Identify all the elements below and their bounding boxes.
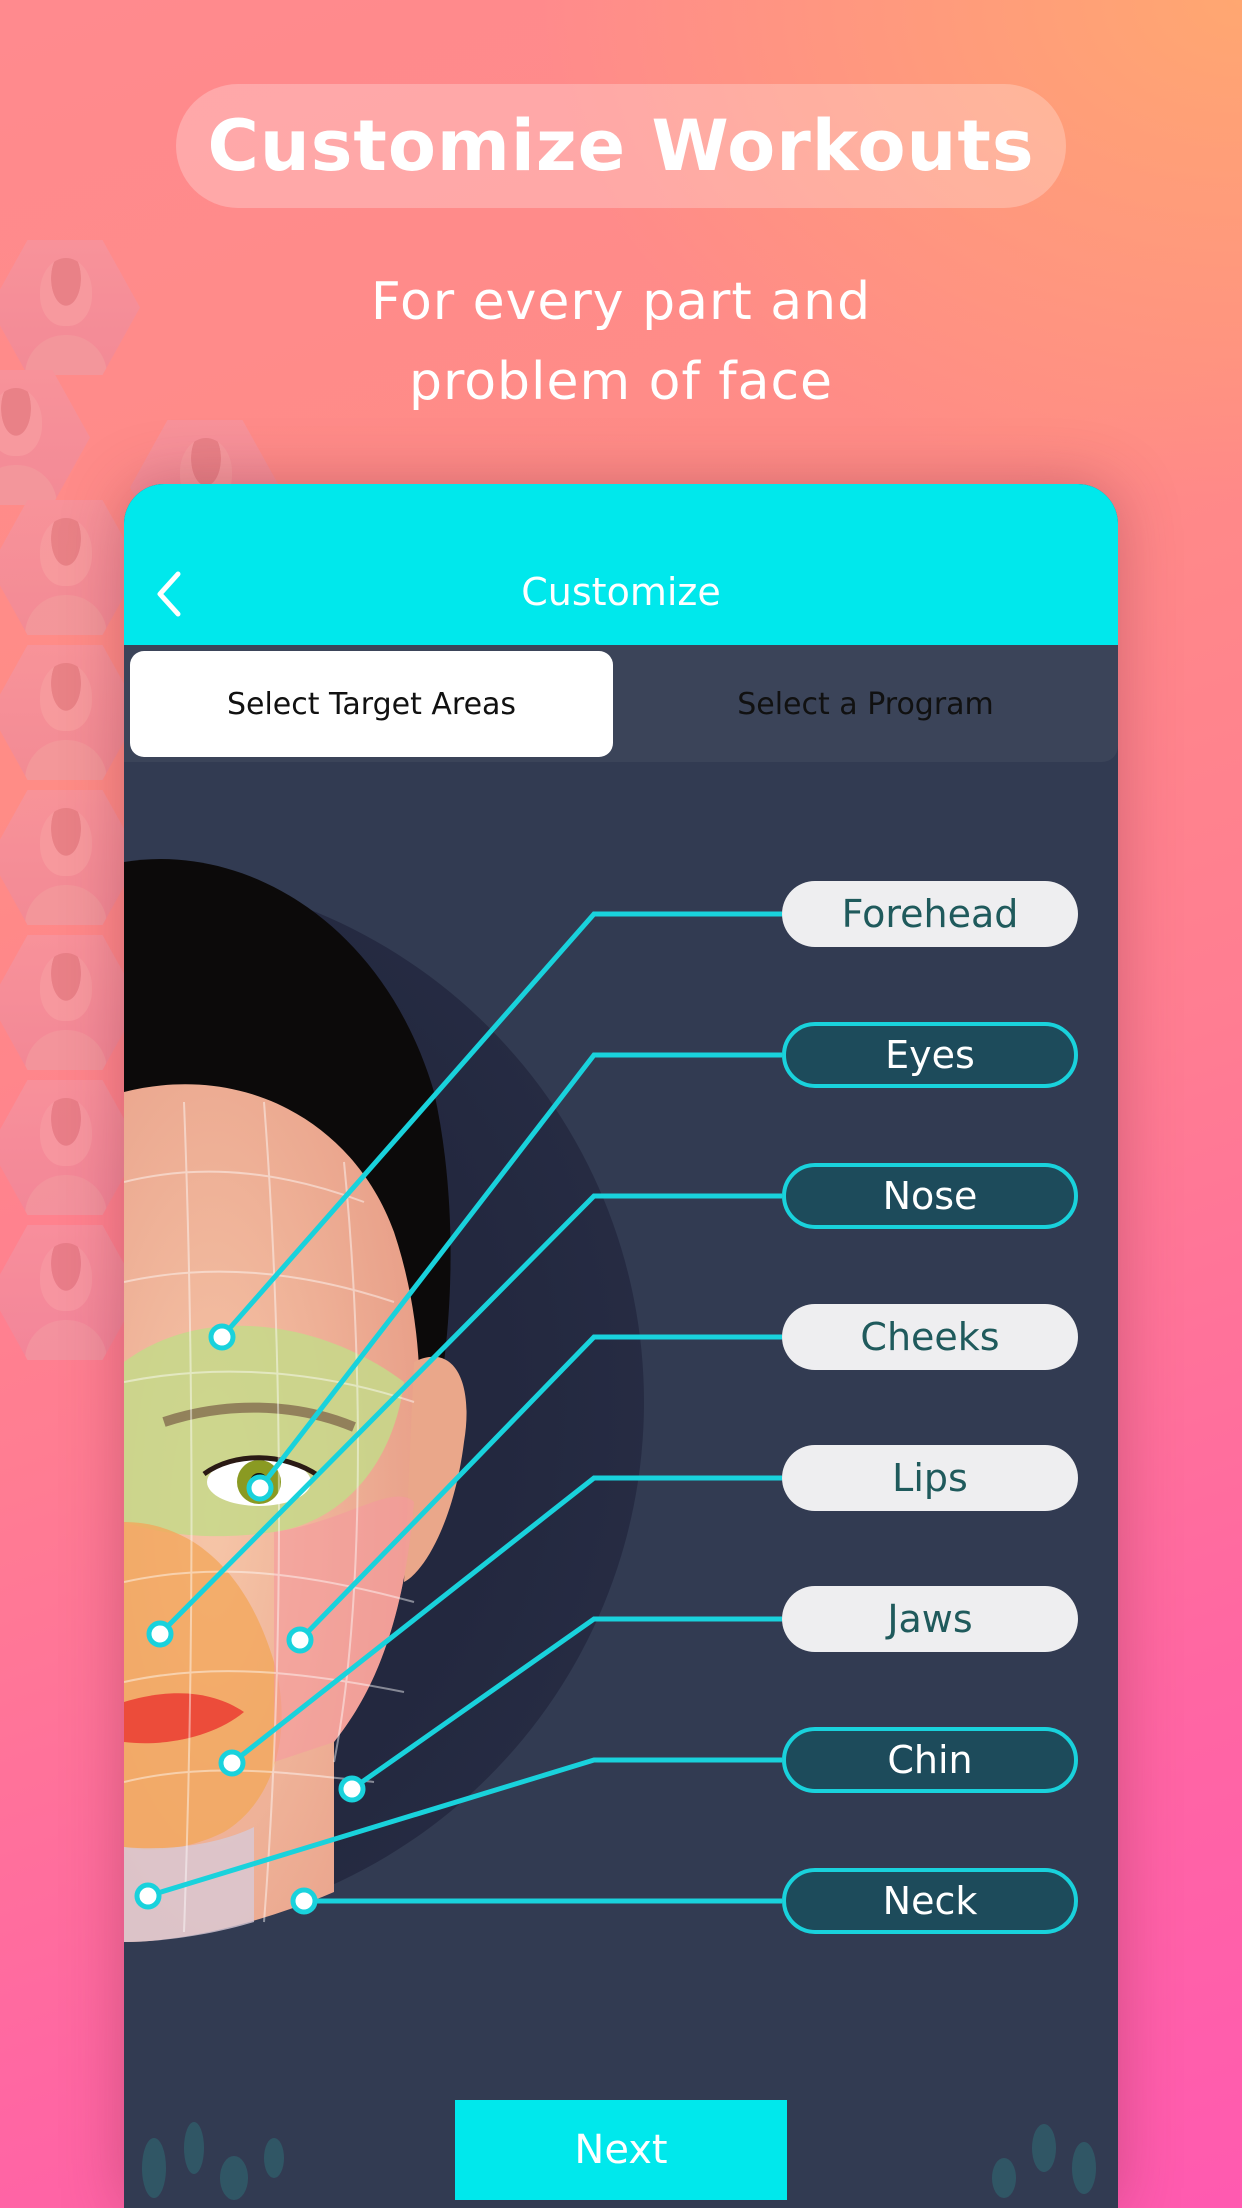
next-button[interactable]: Next <box>455 2100 787 2200</box>
hex-thumbnail <box>0 1225 140 1360</box>
point-chin <box>134 1882 162 1910</box>
subtitle-line-1: For every part and <box>370 272 872 332</box>
pill-label: Chin <box>887 1738 973 1782</box>
point-eyes <box>246 1474 274 1502</box>
hex-thumbnail <box>0 645 140 780</box>
connector-jaws <box>350 1616 782 1792</box>
promo-headline: Customize Workouts <box>207 105 1035 187</box>
pill-label: Neck <box>882 1879 978 1923</box>
target-pill-lips[interactable]: Lips <box>782 1445 1078 1511</box>
pill-label: Jaws <box>887 1597 973 1641</box>
pill-label: Eyes <box>885 1033 975 1077</box>
face-target-diagram: Forehead Eyes Nose Cheeks Lips Jaws Chin… <box>124 762 1118 2062</box>
point-nose <box>146 1620 174 1648</box>
phone-screen: Customize Select Target Areas Select a P… <box>124 484 1118 2208</box>
point-lips <box>218 1749 246 1777</box>
hex-thumbnail <box>0 935 140 1070</box>
tab-select-target-areas[interactable]: Select Target Areas <box>130 651 613 757</box>
segmented-tabs: Select Target Areas Select a Program <box>124 645 1118 762</box>
nav-bar: Customize <box>124 484 1118 645</box>
target-pill-eyes[interactable]: Eyes <box>782 1022 1078 1088</box>
pill-label: Lips <box>892 1456 968 1500</box>
subtitle-line-2: problem of face <box>408 352 834 412</box>
point-neck <box>290 1887 318 1915</box>
headline-banner: Customize Workouts <box>176 84 1066 208</box>
target-pill-neck[interactable]: Neck <box>782 1868 1078 1934</box>
nav-title: Customize <box>521 570 721 614</box>
pill-label: Forehead <box>841 892 1019 936</box>
target-pill-cheeks[interactable]: Cheeks <box>782 1304 1078 1370</box>
face-illustration <box>124 858 782 1942</box>
target-pill-nose[interactable]: Nose <box>782 1163 1078 1229</box>
tab-select-a-program[interactable]: Select a Program <box>624 651 1107 757</box>
hex-thumbnail <box>0 790 140 925</box>
point-forehead <box>208 1323 236 1351</box>
point-cheeks <box>286 1626 314 1654</box>
promo-subtitle: For every part and problem of face <box>0 262 1242 422</box>
hex-thumbnail <box>0 500 140 635</box>
target-pill-jaws[interactable]: Jaws <box>782 1586 1078 1652</box>
target-pill-forehead[interactable]: Forehead <box>782 881 1078 947</box>
target-pill-chin[interactable]: Chin <box>782 1727 1078 1793</box>
pill-label: Cheeks <box>860 1315 1000 1359</box>
ear <box>404 1356 467 1582</box>
point-jaws <box>338 1775 366 1803</box>
hex-thumbnail <box>0 1080 140 1215</box>
pill-label: Nose <box>882 1174 978 1218</box>
